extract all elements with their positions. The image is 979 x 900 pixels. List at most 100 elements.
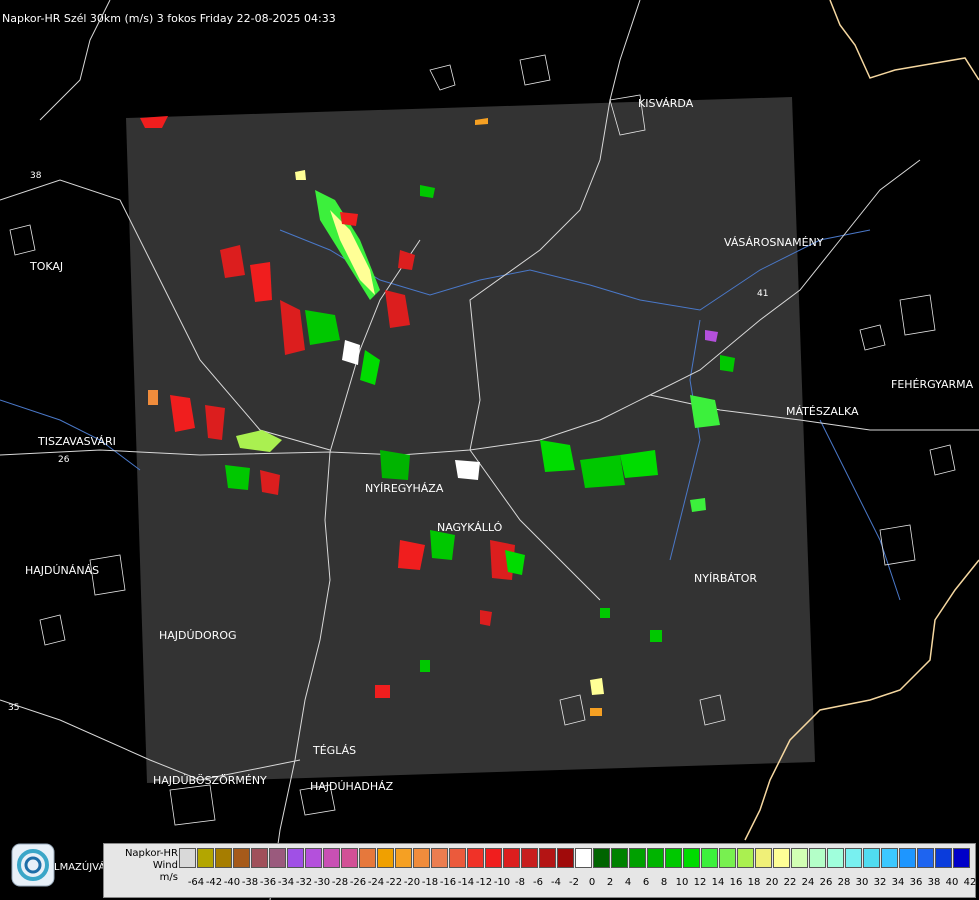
legend-tick-label: -40 xyxy=(223,877,241,888)
legend-swatch xyxy=(359,848,376,868)
town-label: FEHÉRGYARMA xyxy=(891,378,974,391)
legend-title: Napkor-HR Wind m/s xyxy=(106,848,178,884)
legend-swatch xyxy=(809,848,826,868)
legend-tick-label: -16 xyxy=(439,877,457,888)
legend-swatch xyxy=(377,848,394,868)
radar-map: KISVÁRDA VÁSÁROSNAMÉNY TOKAJ FEHÉRGYARMA… xyxy=(0,0,979,900)
legend-tick-label: -28 xyxy=(331,877,349,888)
legend-swatch xyxy=(215,848,232,868)
legend-swatch xyxy=(611,848,628,868)
town-label: HAJDÚBÖSZÖRMÉNY xyxy=(153,774,267,787)
legend-tick-label: -42 xyxy=(205,877,223,888)
legend-swatch xyxy=(467,848,484,868)
legend-swatch xyxy=(629,848,646,868)
legend-tick-label: 8 xyxy=(660,877,668,888)
logo-swirl-icon xyxy=(11,843,55,887)
legend-tick-label: 4 xyxy=(624,877,632,888)
legend-tick-label: -18 xyxy=(421,877,439,888)
legend-ticks: -64 -42 -40 -38 -36 -34 -32 -30 -28 -26 -24 -22 -20-… xyxy=(179,877,979,891)
road-number: 26 xyxy=(58,455,70,465)
legend-tick-label: -4 xyxy=(551,877,561,888)
legend-tick-label: -36 xyxy=(259,877,277,888)
legend-swatch xyxy=(647,848,664,868)
legend-tick-label: 20 xyxy=(765,877,779,888)
napkor-logo xyxy=(11,843,55,887)
legend-tick-label: 26 xyxy=(819,877,833,888)
legend-swatch xyxy=(287,848,304,868)
legend-tick-label: 30 xyxy=(855,877,869,888)
legend-swatch xyxy=(737,848,754,868)
legend-swatch xyxy=(197,848,214,868)
legend-swatch xyxy=(791,848,808,868)
town-label: HAJDÚHADHÁZ xyxy=(310,780,394,793)
road-number: 35 xyxy=(8,703,19,713)
legend-swatch xyxy=(449,848,466,868)
legend-tick-label: -12 xyxy=(475,877,493,888)
legend-swatch xyxy=(233,848,250,868)
legend-swatch xyxy=(899,848,916,868)
legend-title-line: Napkor-HR xyxy=(124,848,178,859)
legend-tick-label: 32 xyxy=(873,877,887,888)
legend-tick-label: 16 xyxy=(729,877,743,888)
legend-swatch xyxy=(485,848,502,868)
legend-swatch xyxy=(683,848,700,868)
town-label: TOKAJ xyxy=(29,260,63,273)
town-label: NYÍREGYHÁZA xyxy=(365,482,444,495)
legend-tick-label: 28 xyxy=(837,877,851,888)
legend-title-line: Wind xyxy=(152,860,178,871)
road-number: 38 xyxy=(30,171,42,181)
legend-tick-label: -6 xyxy=(533,877,543,888)
legend-swatch xyxy=(413,848,430,868)
legend-swatch xyxy=(179,848,196,868)
legend-swatch xyxy=(341,848,358,868)
legend-tick-label: -34 xyxy=(277,877,295,888)
legend-tick-label: 10 xyxy=(675,877,689,888)
legend-tick-label: 14 xyxy=(711,877,725,888)
town-label: NAGYKÁLLÓ xyxy=(437,521,503,534)
legend-swatch xyxy=(575,848,592,868)
legend-tick-label: -14 xyxy=(457,877,475,888)
legend-swatch xyxy=(395,848,412,868)
town-label: VÁSÁROSNAMÉNY xyxy=(724,236,824,249)
legend-swatch xyxy=(827,848,844,868)
legend-swatch xyxy=(719,848,736,868)
legend-tick-label: 2 xyxy=(606,877,614,888)
legend-swatch xyxy=(773,848,790,868)
legend-tick-label: 18 xyxy=(747,877,761,888)
legend-tick-label: -64 xyxy=(187,877,205,888)
legend-swatch xyxy=(323,848,340,868)
legend-swatch xyxy=(503,848,520,868)
legend-tick-label: 42 xyxy=(963,877,977,888)
legend-title-line: m/s xyxy=(159,872,178,883)
legend-tick-label: -24 xyxy=(367,877,385,888)
legend-tick-label: -8 xyxy=(515,877,525,888)
legend-swatch xyxy=(593,848,610,868)
town-label: HAJDÚNÁNÁS xyxy=(25,564,99,577)
legend-swatch xyxy=(665,848,682,868)
town-label: NYÍRBÁTOR xyxy=(694,572,757,585)
legend-swatches xyxy=(179,848,971,868)
legend-swatch xyxy=(953,848,970,868)
town-label: KISVÁRDA xyxy=(638,97,694,110)
legend-swatch xyxy=(251,848,268,868)
legend-tick-label: 36 xyxy=(909,877,923,888)
legend-swatch xyxy=(845,848,862,868)
legend-tick-label: -2 xyxy=(569,877,579,888)
legend-tick-label: 24 xyxy=(801,877,815,888)
legend-tick-label: 40 xyxy=(945,877,959,888)
legend-tick-label: 38 xyxy=(927,877,941,888)
legend-tick-label: 22 xyxy=(783,877,797,888)
legend-tick-label: 6 xyxy=(642,877,650,888)
road-number: 41 xyxy=(757,289,768,299)
legend-tick-label: -30 xyxy=(313,877,331,888)
legend-tick-label: -32 xyxy=(295,877,313,888)
legend-swatch xyxy=(917,848,934,868)
legend-tick-label: -10 xyxy=(493,877,511,888)
legend-swatch xyxy=(755,848,772,868)
legend-tick-label: 12 xyxy=(693,877,707,888)
legend-swatch xyxy=(935,848,952,868)
legend-swatch xyxy=(557,848,574,868)
legend-swatch xyxy=(269,848,286,868)
wind-legend: Napkor-HR Wind m/s -64 -42 -40 -38 -36 -34 -32… xyxy=(103,843,976,898)
radar-coverage-area xyxy=(126,97,815,783)
